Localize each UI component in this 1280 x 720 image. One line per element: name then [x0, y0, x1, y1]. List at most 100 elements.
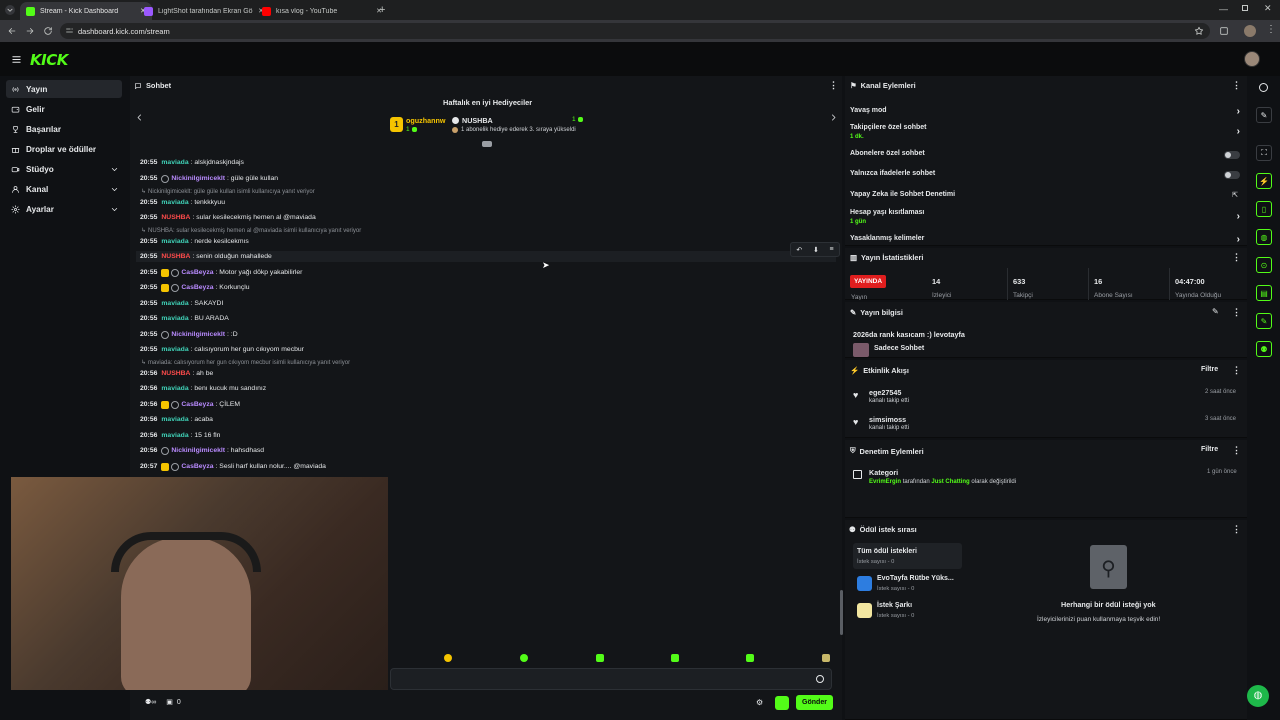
support-fab[interactable]: ◍ — [1247, 685, 1269, 707]
chevron-right-icon[interactable] — [829, 113, 838, 122]
reload-icon[interactable] — [43, 26, 53, 36]
rail-edit-button[interactable]: ✎ — [1256, 107, 1272, 123]
emoji-icon[interactable] — [816, 675, 824, 683]
chevron-left-icon[interactable] — [135, 113, 144, 122]
maximize-icon[interactable] — [1242, 5, 1248, 11]
message-username[interactable]: CasBeyza — [181, 401, 213, 408]
collapse-handle-icon[interactable] — [482, 141, 492, 147]
more-icon[interactable]: ≡ — [830, 246, 834, 253]
mod-filter-button[interactable]: Filtre — [1201, 446, 1218, 453]
sidebar-item-yayin[interactable]: Yayın — [6, 80, 122, 98]
activity-feed-menu-icon[interactable]: ⋮ — [1232, 365, 1241, 376]
gifter-1-name[interactable]: oguzhannw — [406, 116, 446, 125]
chat-menu-icon[interactable]: ⋮ — [829, 80, 838, 91]
stream-info-menu-icon[interactable]: ⋮ — [1232, 307, 1241, 318]
message-username[interactable]: CasBeyza — [181, 269, 213, 276]
edit-icon[interactable]: ✎ — [1212, 307, 1219, 316]
reward-item-name[interactable]: İstek Şarkı — [877, 602, 912, 609]
info-icon[interactable] — [1259, 83, 1268, 92]
chat-scrollbar[interactable] — [840, 590, 843, 635]
reward-item-name[interactable]: EvoTayfa Rütbe Yüks... — [877, 575, 954, 582]
emote-icon[interactable] — [822, 654, 830, 662]
activity-user[interactable]: ege27545 — [869, 388, 901, 397]
browser-tab-kick[interactable]: Stream - Kick Dashboard ✕ — [20, 2, 152, 20]
rail-wrench-button[interactable]: ✎ — [1256, 313, 1272, 329]
rail-chat-button[interactable]: ◍ — [1256, 229, 1272, 245]
emote-icon[interactable] — [596, 654, 604, 662]
bookmark-star-icon[interactable] — [1194, 26, 1204, 36]
emote-icon[interactable] — [746, 654, 754, 662]
message-username[interactable]: NUSHBA — [161, 214, 190, 221]
profile-avatar[interactable] — [1244, 25, 1256, 37]
message-username[interactable]: maviada — [161, 300, 188, 307]
message-username[interactable]: maviada — [161, 385, 188, 392]
mod-user[interactable]: EvrimErgin — [869, 479, 901, 485]
sidebar-item-ayarlar[interactable]: Ayarlar — [6, 200, 122, 218]
tab-search-icon[interactable] — [5, 5, 15, 15]
sidebar-item-basarilar[interactable]: Başarılar — [6, 120, 122, 138]
channel-action-row[interactable]: Yapay Zeka ile Sohbet Denetimi ⇱ — [850, 191, 1242, 203]
emote-icon[interactable] — [444, 654, 452, 662]
channel-action-row[interactable]: Yalnızca ifadelerle sohbet — [850, 170, 1242, 182]
rail-bolt-button[interactable]: ⚡ — [1256, 173, 1272, 189]
community-icon[interactable]: ⚉∞ — [145, 698, 156, 706]
browser-tab-lightshot[interactable]: LightShot tarafından Ekran Gö... ✕ — [138, 2, 270, 20]
sidebar-item-studyo[interactable]: Stüdyo — [6, 160, 122, 178]
message-username[interactable]: maviada — [161, 432, 188, 439]
browser-menu-icon[interactable]: ⋮ — [1266, 24, 1276, 35]
message-username[interactable]: Nickinilgimiceklt — [171, 331, 225, 338]
sidebar-item-kanal[interactable]: Kanal — [6, 180, 122, 198]
sidebar-item-droplar[interactable]: Droplar ve ödüller — [6, 140, 122, 158]
message-username[interactable]: maviada — [161, 346, 188, 353]
message-username[interactable]: maviada — [161, 416, 188, 423]
reward-item-all[interactable] — [853, 543, 962, 569]
activity-filter-button[interactable]: Filtre — [1201, 366, 1218, 373]
message-username[interactable]: maviada — [161, 159, 188, 166]
kick-logo[interactable]: KICK — [30, 51, 68, 69]
rail-radio-button[interactable]: ⊙ — [1256, 257, 1272, 273]
channel-action-row[interactable]: Hesap yaşı kısıtlaması 1 gün › — [850, 209, 1242, 225]
gift-box-icon[interactable]: ▣ — [166, 698, 173, 706]
channel-action-row[interactable]: Abonelere özel sohbet — [850, 150, 1242, 162]
address-bar[interactable]: dashboard.kick.com/stream — [60, 23, 1210, 39]
hamburger-icon[interactable] — [11, 54, 22, 65]
channel-action-row[interactable]: Takipçilere özel sohbet 1 dk. › — [850, 124, 1242, 140]
message-username[interactable]: NUSHBA — [161, 253, 190, 260]
activity-user[interactable]: simsimoss — [869, 415, 906, 424]
message-username[interactable]: Nickinilgimiceklt — [171, 175, 225, 182]
emote-icon[interactable] — [671, 654, 679, 662]
message-username[interactable]: maviada — [161, 238, 188, 245]
send-button[interactable]: Gönder — [796, 695, 833, 710]
external-link-icon[interactable]: ⇱ — [1232, 191, 1238, 199]
channel-action-row[interactable]: Yasaklanmış kelimeler › — [850, 234, 1242, 247]
rail-doc-button[interactable]: ▯ — [1256, 201, 1272, 217]
rail-layout-button[interactable]: ⛶ — [1256, 145, 1272, 161]
message-username[interactable]: CasBeyza — [181, 284, 213, 291]
kick-emote-button[interactable] — [775, 696, 789, 710]
user-avatar[interactable] — [1244, 51, 1260, 67]
browser-tab-youtube[interactable]: kısa vlog - YouTube ✕ — [256, 2, 388, 20]
window-close-icon[interactable]: ✕ — [1264, 3, 1272, 14]
message-username[interactable]: maviada — [161, 199, 188, 206]
extensions-icon[interactable] — [1219, 26, 1229, 36]
chat-settings-icon[interactable]: ⚙ — [756, 698, 763, 707]
minimize-icon[interactable]: — — [1219, 4, 1228, 14]
sidebar-item-gelir[interactable]: Gelir — [6, 100, 122, 118]
message-username[interactable]: CasBeyza — [181, 463, 213, 470]
reply-icon[interactable]: ↶ — [796, 246, 802, 254]
toggle-switch[interactable] — [1224, 151, 1240, 159]
pin-icon[interactable]: ⬇ — [813, 246, 819, 254]
back-icon[interactable] — [7, 26, 17, 36]
message-username[interactable]: Nickinilgimiceklt — [171, 447, 225, 454]
new-tab-icon[interactable]: + — [379, 4, 385, 16]
site-info-icon[interactable] — [65, 26, 75, 36]
chat-input[interactable] — [390, 668, 832, 690]
rail-people-button[interactable]: ⚉ — [1256, 341, 1272, 357]
message-username[interactable]: NUSHBA — [161, 370, 190, 377]
rail-stack-button[interactable]: ▤ — [1256, 285, 1272, 301]
emote-icon[interactable] — [520, 654, 528, 662]
channel-actions-menu-icon[interactable]: ⋮ — [1232, 80, 1241, 91]
mod-actions-menu-icon[interactable]: ⋮ — [1232, 445, 1241, 456]
stream-stats-menu-icon[interactable]: ⋮ — [1232, 252, 1241, 263]
forward-icon[interactable] — [25, 26, 35, 36]
